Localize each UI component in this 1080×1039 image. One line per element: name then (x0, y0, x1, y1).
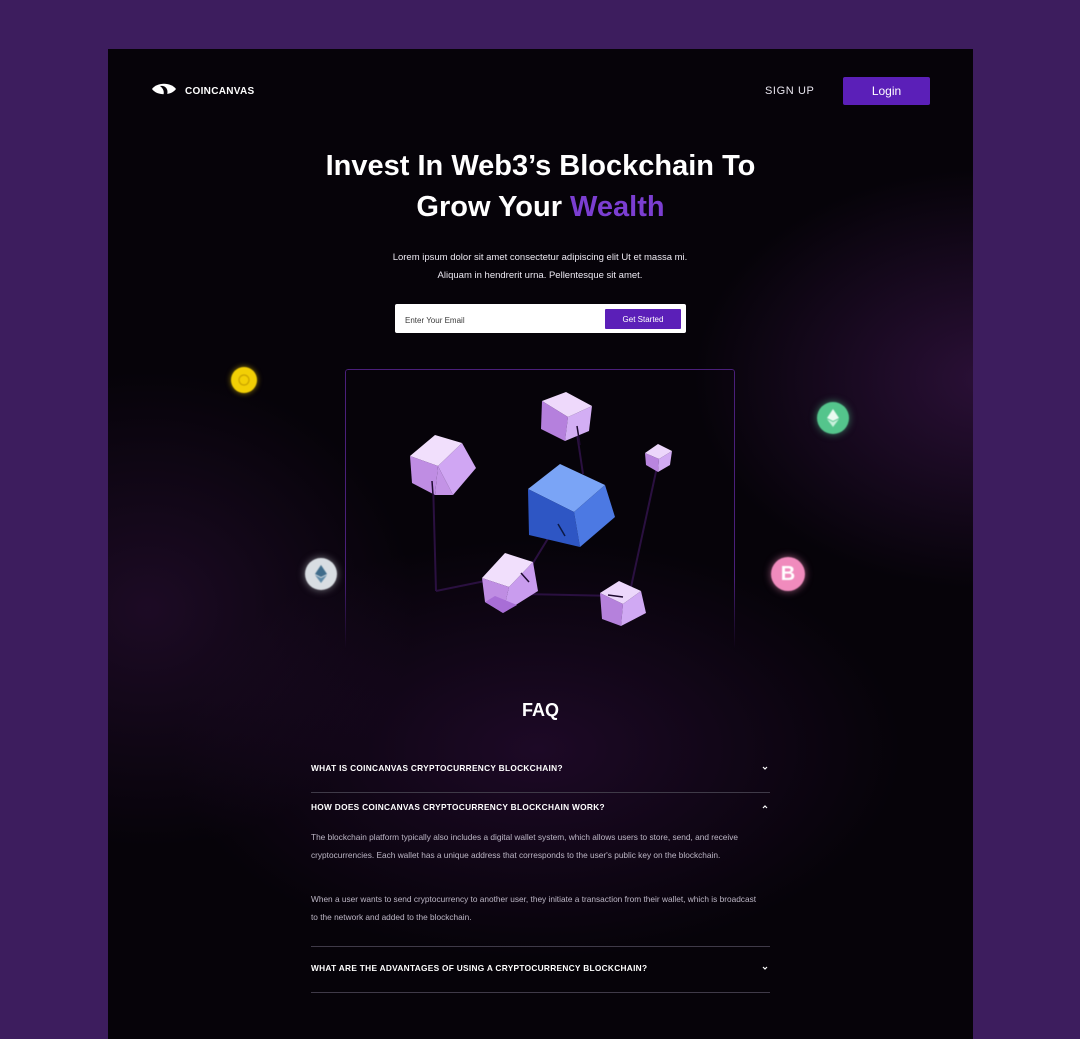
ethereum-silver-coin-icon (305, 558, 337, 590)
hero-title-line1: Invest In Web3’s Blockchain To (325, 150, 756, 182)
hero-desc-line2: Aliquam in hendrerit urna. Pellentesque … (437, 270, 643, 281)
cube-left (410, 435, 476, 496)
cube-center-blue (528, 464, 615, 547)
hero-title: Invest In Web3’s Blockchain To Grow Your… (108, 146, 973, 228)
bitcoin-symbol: B (780, 562, 796, 585)
get-started-button[interactable]: Get Started (605, 309, 681, 329)
hero-title-accent: Wealth (570, 191, 665, 223)
cube-bottom-right (600, 581, 646, 626)
cube-top (541, 392, 592, 446)
faq-question-1: WHAT IS COINCANVAS CRYPTOCURRENCY BLOCKC… (311, 763, 563, 773)
email-input[interactable] (403, 311, 597, 329)
hero-desc-line1: Lorem ipsum dolor sit amet consectetur a… (392, 252, 688, 263)
brand-logo[interactable]: COINCANVAS (151, 83, 254, 99)
cube-bottom-left (482, 553, 538, 613)
faq-item-2[interactable]: HOW DOES COINCANVAS CRYPTOCURRENCY BLOCK… (311, 802, 770, 947)
landing-page-frame: COINCANVAS SIGN UP Login Invest In Web3’… (108, 49, 973, 1039)
faq-answer-2-paragraph-2: When a user wants to send cryptocurrency… (311, 894, 757, 922)
blockchain-cubes-illustration (410, 392, 672, 626)
chevron-down-icon (762, 766, 768, 770)
email-signup-form: Get Started (395, 304, 686, 333)
hero-title-line2: Grow Your (416, 191, 571, 223)
chevron-up-icon (762, 805, 768, 809)
ethereum-green-coin-icon (817, 402, 849, 434)
faq-answer-2-paragraph-1: The blockchain platform typically also i… (311, 832, 739, 860)
sign-up-link[interactable]: SIGN UP (765, 85, 814, 97)
brand-name: COINCANVAS (185, 85, 255, 97)
faq-question-2: HOW DOES COINCANVAS CRYPTOCURRENCY BLOCK… (311, 802, 605, 812)
gold-coin-icon (231, 367, 257, 393)
hero-description: Lorem ipsum dolor sit amet consectetur a… (340, 249, 740, 285)
coincanvas-logo-icon (152, 83, 176, 96)
chevron-down-icon (762, 966, 768, 970)
faq-item-1[interactable]: WHAT IS COINCANVAS CRYPTOCURRENCY BLOCKC… (311, 763, 770, 793)
login-button[interactable]: Login (843, 77, 930, 105)
cube-right-small (645, 444, 672, 472)
faq-question-3: WHAT ARE THE ADVANTAGES OF USING A CRYPT… (311, 963, 648, 973)
faq-title: FAQ (521, 700, 559, 720)
bitcoin-pink-coin-icon: B (771, 557, 805, 591)
faq-item-3[interactable]: WHAT ARE THE ADVANTAGES OF USING A CRYPT… (311, 963, 770, 993)
